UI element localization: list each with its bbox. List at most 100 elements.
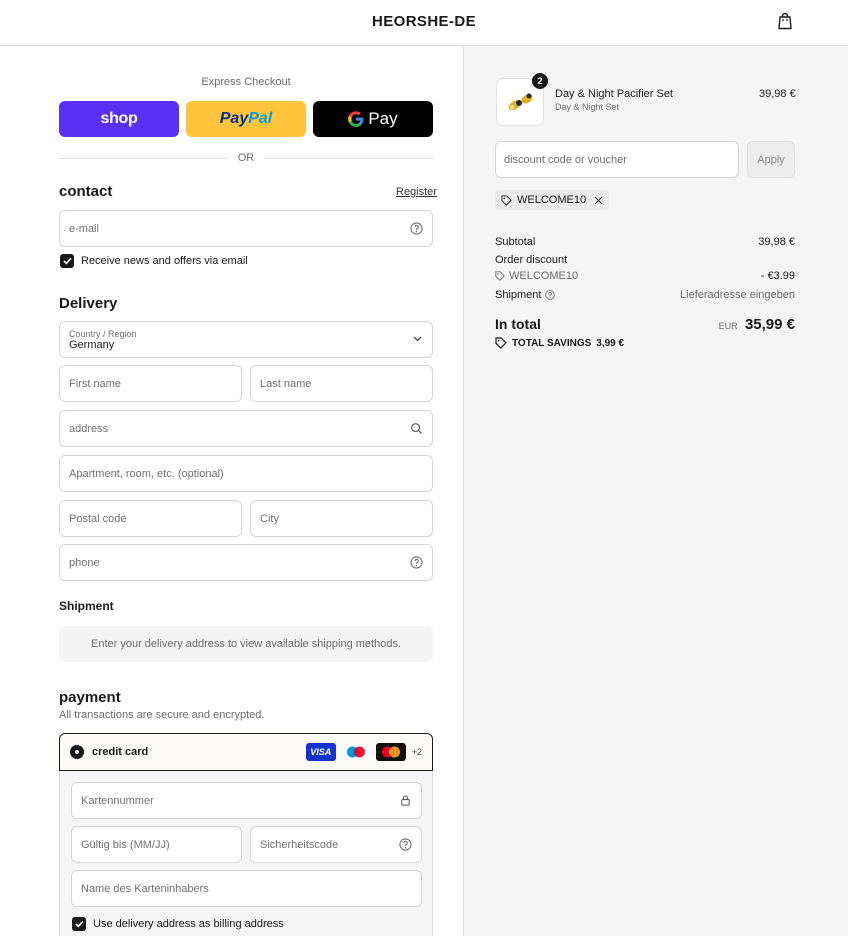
paypal-button[interactable]: Pay Pal bbox=[186, 101, 306, 137]
phone-field[interactable]: phone bbox=[59, 544, 433, 581]
discount-placeholder: discount code or voucher bbox=[504, 153, 627, 166]
checkmark-icon bbox=[74, 920, 84, 928]
last-name-field[interactable]: Last name bbox=[250, 365, 433, 402]
card-number-placeholder: Kartennummer bbox=[81, 794, 154, 807]
google-pay-button[interactable]: Pay bbox=[313, 101, 433, 137]
security-code-field[interactable]: Sicherheitscode bbox=[250, 826, 422, 863]
express-checkout-title: Express Checkout bbox=[201, 76, 291, 88]
billing-address-checkbox-row[interactable]: Use delivery address as billing address bbox=[72, 917, 284, 931]
city-field[interactable]: City bbox=[250, 500, 433, 537]
last-name-placeholder: Last name bbox=[260, 377, 312, 390]
visa-logo-icon: VISA bbox=[305, 743, 336, 761]
product-name: Day & Night Pacifier Set bbox=[555, 88, 673, 100]
checkout-form: Express Checkout shop Pay Pal Pay OR cont… bbox=[0, 46, 463, 936]
shipping-methods-notice: Enter your delivery address to view avai… bbox=[59, 626, 433, 662]
paypal-label-pay: Pay bbox=[219, 110, 249, 127]
shipment-label-group: Shipment bbox=[495, 289, 556, 301]
close-icon[interactable] bbox=[594, 196, 603, 205]
more-cards-label: +2 bbox=[411, 747, 422, 757]
product-variant: Day & Night Set bbox=[555, 102, 620, 112]
shop-pay-button[interactable]: shop bbox=[59, 101, 179, 137]
google-g-icon bbox=[348, 111, 364, 127]
total-value: 35,99 € bbox=[744, 316, 795, 333]
city-placeholder: City bbox=[260, 512, 279, 525]
contact-title: contact bbox=[59, 183, 113, 200]
email-placeholder: e-mail bbox=[69, 222, 99, 235]
delivery-title: Delivery bbox=[59, 295, 118, 312]
help-circle-icon[interactable] bbox=[410, 222, 423, 235]
expiry-placeholder: Gültig bis (MM/JJ) bbox=[81, 838, 170, 851]
order-summary: 2 Day & Night Pacifier Set Day & Night S… bbox=[463, 46, 848, 936]
country-select[interactable]: Country / Region Germany bbox=[59, 321, 433, 358]
newsletter-label: Receive news and offers via email bbox=[81, 255, 248, 267]
address-placeholder: address bbox=[69, 422, 109, 435]
shopping-bag-icon[interactable] bbox=[777, 12, 793, 30]
visa-label: VISA bbox=[310, 747, 332, 757]
savings-label: TOTAL SAVINGS bbox=[512, 337, 592, 349]
apartment-placeholder: Apartment, room, etc. (optional) bbox=[69, 467, 224, 480]
expiry-field[interactable]: Gültig bis (MM/JJ) bbox=[71, 826, 242, 863]
top-header: HEORSHE-DE bbox=[0, 0, 848, 46]
credit-card-label: credit card bbox=[92, 746, 149, 758]
first-name-field[interactable]: First name bbox=[59, 365, 242, 402]
billing-address-checkbox[interactable] bbox=[72, 917, 86, 931]
lock-icon bbox=[401, 795, 410, 806]
maestro-logo-icon bbox=[342, 743, 370, 761]
cardholder-name-field[interactable]: Name des Karteninhabers bbox=[71, 870, 422, 907]
help-circle-icon[interactable] bbox=[410, 556, 423, 569]
shipment-label: Shipment bbox=[495, 289, 542, 301]
google-pay-label: Pay bbox=[368, 109, 398, 128]
credit-card-option[interactable]: credit card VISA +2 bbox=[59, 733, 433, 771]
register-link[interactable]: Register bbox=[396, 186, 437, 198]
total-label: In total bbox=[495, 316, 541, 332]
credit-card-form: Kartennummer Gültig bis (MM/JJ) Sicherhe… bbox=[59, 771, 433, 936]
newsletter-checkbox[interactable] bbox=[60, 254, 74, 268]
security-code-placeholder: Sicherheitscode bbox=[260, 838, 339, 851]
checkmark-icon bbox=[62, 257, 72, 265]
cardholder-name-placeholder: Name des Karteninhabers bbox=[81, 882, 209, 895]
quantity-badge: 2 bbox=[532, 73, 548, 89]
email-field[interactable]: e-mail bbox=[59, 210, 433, 247]
postal-code-field[interactable]: Postal code bbox=[59, 500, 242, 537]
discount-code-row: WELCOME10 - €3.99 bbox=[495, 270, 795, 282]
shipment-row: Shipment Lieferadresse eingeben bbox=[495, 289, 795, 301]
total-savings: TOTAL SAVINGS 3,99 € bbox=[495, 337, 624, 349]
postal-code-placeholder: Postal code bbox=[69, 512, 127, 525]
billing-address-label: Use delivery address as billing address bbox=[93, 918, 284, 930]
or-divider-label: OR bbox=[228, 152, 264, 164]
applied-discount-chip: WELCOME10 bbox=[495, 190, 610, 210]
apply-label: Apply bbox=[757, 153, 785, 166]
apartment-field[interactable]: Apartment, room, etc. (optional) bbox=[59, 455, 433, 492]
discount-code-info: WELCOME10 bbox=[495, 270, 578, 282]
currency-label: EUR bbox=[718, 321, 738, 331]
chevron-down-icon bbox=[413, 336, 422, 342]
help-circle-icon[interactable] bbox=[399, 838, 412, 851]
address-field[interactable]: address bbox=[59, 410, 433, 447]
country-label: Country / Region bbox=[69, 328, 137, 339]
mastercard-logo-icon bbox=[375, 743, 406, 761]
shipment-value: Lieferadresse eingeben bbox=[680, 289, 795, 301]
discount-code-label: WELCOME10 bbox=[509, 270, 579, 282]
tag-icon bbox=[501, 194, 512, 206]
payment-subtitle: All transactions are secure and encrypte… bbox=[59, 709, 265, 721]
phone-placeholder: phone bbox=[69, 556, 100, 569]
card-number-field[interactable]: Kartennummer bbox=[71, 782, 422, 819]
subtotal-label: Subtotal bbox=[495, 236, 536, 248]
total-row: In total EUR 35,99 € bbox=[495, 316, 795, 333]
country-value: Germany bbox=[69, 338, 115, 351]
newsletter-checkbox-row[interactable]: Receive news and offers via email bbox=[60, 254, 248, 268]
savings-value: 3,99 € bbox=[596, 337, 625, 349]
tag-icon bbox=[495, 337, 507, 349]
first-name-placeholder: First name bbox=[69, 377, 121, 390]
help-circle-icon[interactable] bbox=[545, 290, 556, 300]
paypal-label-pal: Pal bbox=[248, 110, 273, 127]
discount-code-input[interactable]: discount code or voucher bbox=[495, 141, 739, 178]
subtotal-row: Subtotal 39,98 € bbox=[495, 236, 795, 248]
subtotal-value: 39,98 € bbox=[758, 236, 795, 248]
credit-card-radio[interactable] bbox=[70, 745, 84, 759]
apply-discount-button[interactable]: Apply bbox=[747, 141, 795, 178]
shipping-notice-text: Enter your delivery address to view avai… bbox=[91, 638, 401, 650]
search-icon bbox=[411, 423, 423, 435]
order-discount-row: Order discount bbox=[495, 254, 795, 266]
store-brand[interactable]: HEORSHE-DE bbox=[0, 13, 848, 30]
